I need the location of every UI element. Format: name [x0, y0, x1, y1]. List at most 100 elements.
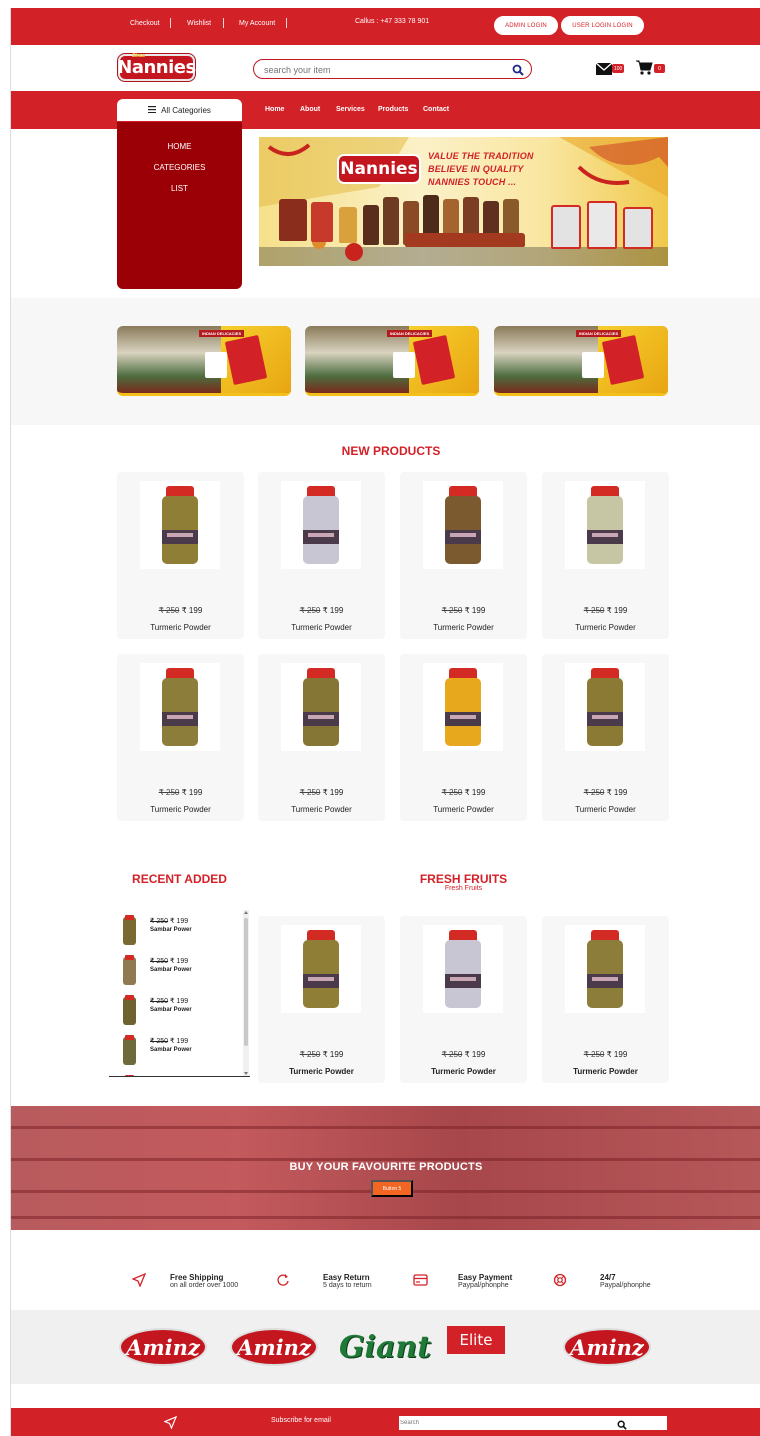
product-card[interactable]: ₹ 250 ₹ 199 Turmeric Powder — [258, 654, 385, 821]
promo-card[interactable]: INDIAN DELICACIES — [117, 326, 291, 396]
subscribe-field — [399, 1416, 667, 1430]
wishlist-link[interactable]: Wishlist — [187, 20, 211, 27]
category-menu: HOME CATEGORIES LIST — [117, 122, 242, 289]
product-card[interactable]: ₹ 250 ₹ 199 Turmeric Powder — [542, 654, 669, 821]
product-image[interactable] — [281, 663, 361, 751]
product-card[interactable]: ₹ 250 ₹ 199 Turmeric Powder — [258, 472, 385, 639]
new-price: ₹ 199 — [606, 606, 628, 615]
product-name[interactable]: Turmeric Powder — [258, 623, 385, 632]
brand-logo-elite[interactable]: Elite — [447, 1326, 505, 1354]
page: Checkout Wishlist My Account Callus : +4… — [10, 8, 760, 1436]
banner-button[interactable]: Button 5 — [371, 1180, 413, 1197]
promo-pack — [205, 352, 227, 378]
product-name[interactable]: Turmeric Powder — [542, 623, 669, 632]
product-image[interactable] — [565, 663, 645, 751]
nav-home[interactable]: Home — [265, 106, 284, 113]
user-login-button[interactable]: USER LOGIN LOGIN — [561, 16, 644, 35]
my-account-link[interactable]: My Account — [239, 20, 275, 27]
admin-login-button[interactable]: ADMIN LOGIN — [494, 16, 558, 35]
product-image[interactable] — [423, 481, 503, 569]
recent-list[interactable]: ₹ 250 ₹ 199 Sambar Power ₹ 250 ₹ 199 Sambar… — [109, 910, 250, 1077]
product-card[interactable]: ₹ 250 ₹ 199 Turmeric Powder — [542, 472, 669, 639]
subscribe-input[interactable] — [400, 1417, 610, 1429]
spice-jar — [443, 668, 483, 748]
brand-logo-aminz[interactable]: Aminz — [230, 1328, 318, 1366]
logo-text: Nannies — [117, 57, 196, 78]
product-name[interactable]: Turmeric Powder — [400, 1067, 527, 1076]
list-item[interactable]: ₹ 250 ₹ 199Sambar Power — [119, 915, 239, 947]
old-price: ₹ 250 — [583, 1050, 605, 1059]
product-name[interactable]: Turmeric Powder — [258, 805, 385, 814]
new-price: ₹ 199 — [181, 606, 203, 615]
spice-jar — [160, 486, 200, 566]
jar-label — [303, 530, 339, 544]
category-item-home[interactable]: HOME — [117, 142, 242, 151]
site-logo[interactable]: Since Nannies — [117, 53, 196, 81]
jar-label — [587, 974, 623, 988]
product-image[interactable] — [565, 481, 645, 569]
checkout-link[interactable]: Checkout — [130, 20, 160, 27]
product-image[interactable] — [423, 925, 503, 1013]
product-pack — [311, 202, 333, 242]
nav-products[interactable]: Products — [378, 106, 408, 113]
new-price: ₹ 199 — [170, 918, 189, 925]
spice-jar — [585, 486, 625, 566]
recent-added-title: RECENT ADDED — [132, 872, 227, 886]
promo-card[interactable]: INDIAN DELICACIES — [305, 326, 479, 396]
feature-title: Free Shipping — [170, 1273, 224, 1282]
product-name[interactable]: Turmeric Powder — [117, 805, 244, 814]
scrollbar-thumb[interactable] — [244, 918, 248, 1046]
brand-logo-aminz[interactable]: Aminz — [563, 1328, 651, 1366]
product-name: Sambar Power — [150, 967, 192, 973]
product-name[interactable]: Turmeric Powder — [400, 623, 527, 632]
jar-label — [303, 712, 339, 726]
all-categories-button[interactable]: All Categories — [117, 99, 242, 121]
refresh-icon — [276, 1273, 290, 1292]
product-card[interactable]: ₹ 250 ₹ 199 Turmeric Powder — [400, 654, 527, 821]
brand-logo-aminz[interactable]: Aminz — [119, 1328, 207, 1366]
product-image[interactable] — [281, 925, 361, 1013]
jar-row — [405, 233, 525, 247]
search-icon[interactable] — [512, 63, 524, 81]
list-item[interactable]: ₹ 250 ₹ 199Sambar Power — [119, 955, 239, 987]
product-name: Sambar Power — [150, 927, 192, 933]
old-price: ₹ 250 — [583, 606, 605, 615]
product-name[interactable]: Turmeric Powder — [400, 805, 527, 814]
product-image[interactable] — [281, 481, 361, 569]
scroll-up-icon[interactable] — [243, 910, 249, 915]
brand-logo-giant[interactable]: Giant — [336, 1324, 434, 1370]
list-item[interactable]: ₹ 250 ₹ 199Sambar Power — [119, 995, 239, 1027]
category-item-categories[interactable]: CATEGORIES — [117, 163, 242, 172]
mail-icon[interactable] — [595, 62, 613, 80]
product-image[interactable] — [423, 663, 503, 751]
product-card[interactable]: ₹ 250 ₹ 199 Turmeric Powder — [400, 472, 527, 639]
product-card[interactable]: ₹ 250 ₹ 199 Turmeric Powder — [117, 654, 244, 821]
search-input[interactable] — [264, 63, 504, 76]
product-name[interactable]: Turmeric Powder — [258, 1067, 385, 1076]
nav-contact[interactable]: Contact — [423, 106, 449, 113]
promo-card[interactable]: INDIAN DELICACIES — [494, 326, 668, 396]
product-name[interactable]: Turmeric Powder — [542, 1067, 669, 1076]
cart-icon[interactable] — [636, 60, 653, 80]
product-name[interactable]: Turmeric Powder — [117, 623, 244, 632]
product-price: ₹ 250 ₹ 199 — [258, 788, 385, 797]
nav-about[interactable]: About — [300, 106, 320, 113]
recent-scrollbar[interactable] — [243, 910, 249, 1076]
product-card[interactable]: ₹ 250 ₹ 199 Turmeric Powder — [117, 472, 244, 639]
list-item[interactable]: ₹ 250 ₹ 199Sambar Power — [119, 1075, 239, 1076]
product-card[interactable]: ₹ 250 ₹ 199 Turmeric Powder — [258, 916, 385, 1083]
search-icon[interactable] — [617, 1417, 627, 1435]
nav-services[interactable]: Services — [336, 106, 365, 113]
category-item-list[interactable]: LIST — [117, 184, 242, 193]
hero-banner[interactable]: Nannies VALUE THE TRADITION BELIEVE IN Q… — [259, 137, 668, 266]
scroll-down-icon[interactable] — [243, 1071, 249, 1076]
product-image[interactable] — [140, 481, 220, 569]
product-image[interactable] — [565, 925, 645, 1013]
product-card[interactable]: ₹ 250 ₹ 199 Turmeric Powder — [400, 916, 527, 1083]
spice-jar — [585, 930, 625, 1010]
list-item[interactable]: ₹ 250 ₹ 199Sambar Power — [119, 1035, 239, 1067]
support-icon — [553, 1273, 567, 1292]
product-card[interactable]: ₹ 250 ₹ 199 Turmeric Powder — [542, 916, 669, 1083]
product-name[interactable]: Turmeric Powder — [542, 805, 669, 814]
product-image[interactable] — [140, 663, 220, 751]
